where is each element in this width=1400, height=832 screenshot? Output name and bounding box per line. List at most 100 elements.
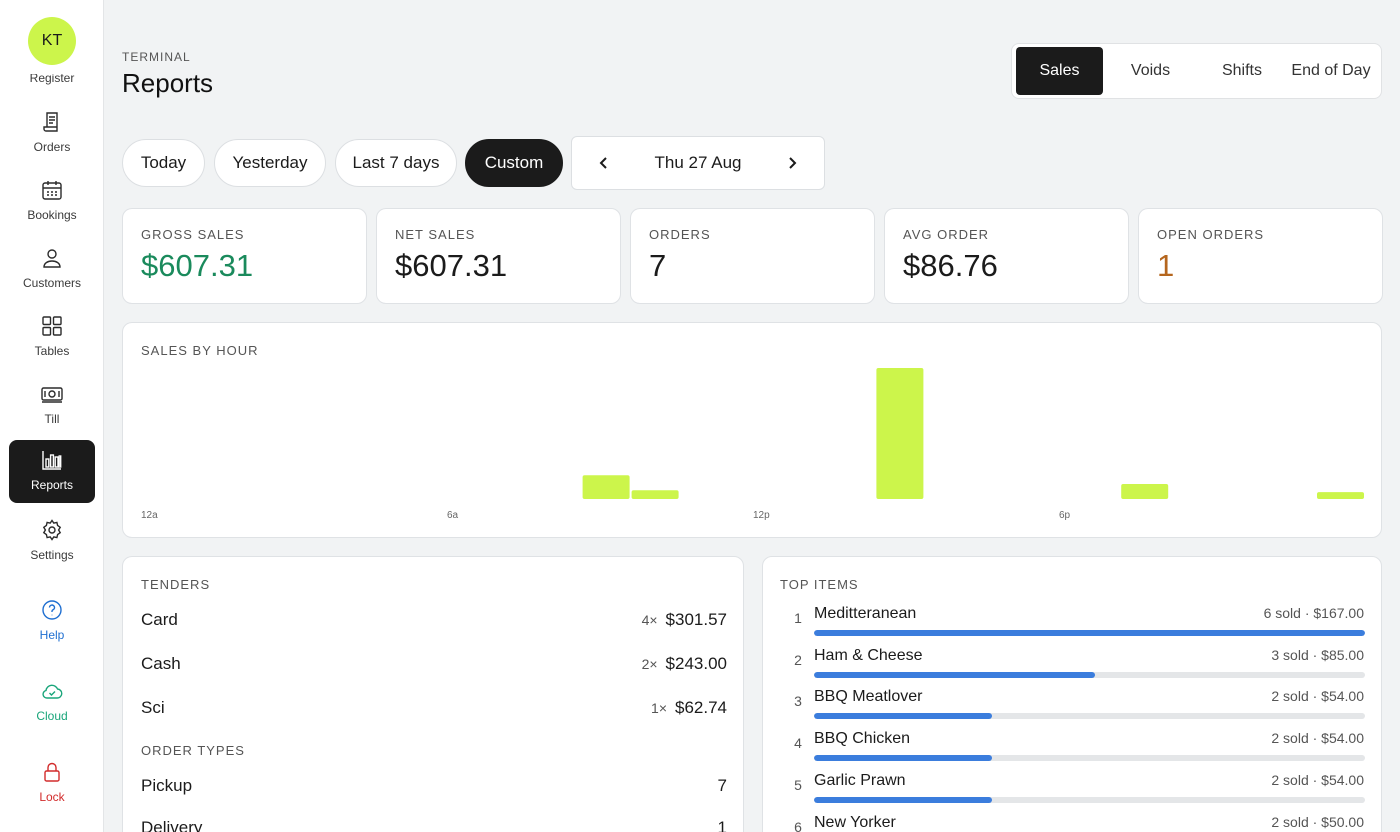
prev-date-button[interactable] [592, 151, 616, 175]
sidebar-item-settings[interactable]: Settings [9, 510, 95, 573]
top-item-bar-track [814, 796, 1365, 803]
top-item-meta: 2 sold · $50.00 [1271, 813, 1364, 830]
sidebar-item-label: Till [44, 412, 60, 426]
sidebar-item-label: Help [39, 628, 65, 642]
stat-value: 7 [649, 248, 667, 283]
order-types-title: ORDER TYPES [141, 743, 245, 758]
sidebar-item-register-label[interactable]: Register [0, 74, 103, 86]
hour-tick-label: 12a [141, 510, 158, 521]
hour-tick-label: 12p [753, 510, 770, 521]
stat-label: NET SALES [395, 227, 476, 242]
tab-voids[interactable]: Voids [1103, 47, 1198, 95]
sidebar-item-label: Reports [30, 478, 74, 492]
range-custom-button[interactable]: Custom [465, 139, 563, 187]
tender-amount: $243.00 [665, 654, 727, 673]
top-item-meta: 2 sold · $54.00 [1271, 730, 1364, 747]
range-last-7-days-button[interactable]: Last 7 days [335, 139, 457, 187]
top-item-bar-fill [814, 630, 1365, 636]
sidebar-item-till[interactable]: Till [9, 374, 95, 437]
range-yesterday-button[interactable]: Yesterday [214, 139, 326, 187]
sales-by-hour-card: 12a 6a 12p 6p SALES BY HOUR [122, 322, 1382, 538]
hour-tick-label: 6a [447, 510, 459, 521]
tenders-title: TENDERS [141, 577, 211, 592]
top-item-row: 5 Garlic Prawn 2 sold · $54.00 [780, 769, 1366, 805]
range-today-button[interactable]: Today [122, 139, 205, 187]
receipt-icon [43, 112, 58, 132]
tender-amount: $62.74 [675, 698, 727, 717]
sidebar: KT Register Orders Bookings Customers Ta… [0, 0, 104, 832]
tab-sales[interactable]: Sales [1016, 47, 1103, 95]
chevron-right-icon [789, 157, 797, 169]
tender-count: 1× [651, 700, 667, 716]
top-item-row: 3 BBQ Meatlover 2 sold · $54.00 [780, 685, 1366, 721]
top-item-meta: 2 sold · $54.00 [1271, 688, 1364, 705]
top-item-meta: 3 sold · $85.00 [1271, 646, 1364, 663]
top-item-row: 2 Ham & Cheese 3 sold · $85.00 [780, 644, 1366, 680]
tender-row: Sci 1× $62.74 [141, 696, 727, 720]
hour-bar [1121, 484, 1169, 499]
sidebar-item-bookings[interactable]: Bookings [9, 170, 95, 233]
sidebar-item-label: Orders [33, 140, 71, 154]
top-item-name: BBQ Meatlover [814, 688, 923, 706]
tender-count: 4× [641, 612, 658, 628]
top-item-name: New Yorker [814, 813, 896, 831]
top-item-row: 6 New Yorker 2 sold · $50.00 [780, 811, 1366, 832]
stat-card-net-sales: NET SALES $607.31 [376, 208, 621, 304]
tab-shifts[interactable]: Shifts [1198, 47, 1286, 95]
date-navigator: Thu 27 Aug [571, 136, 825, 190]
hour-bar [582, 475, 630, 499]
stat-value: 1 [1157, 248, 1175, 283]
tender-name: Cash [141, 654, 181, 673]
order-type-row: Pickup 7 [141, 774, 727, 798]
top-item-bar-track [814, 671, 1365, 678]
sidebar-item-label: Bookings [27, 208, 77, 222]
order-type-name: Delivery [141, 818, 203, 832]
calendar-icon [42, 181, 62, 200]
tender-name: Sci [141, 698, 165, 717]
order-type-value: 1 [717, 818, 727, 832]
top-item-rank: 1 [794, 610, 802, 626]
sidebar-item-lock[interactable]: Lock [9, 752, 95, 815]
hour-tick-label: 6p [1059, 510, 1071, 521]
tab-end-of-day[interactable]: End of Day [1286, 47, 1376, 95]
hour-bar [876, 368, 924, 499]
sidebar-item-cloud[interactable]: Cloud [9, 671, 95, 734]
top-item-meta: 6 sold · $167.00 [1263, 605, 1364, 621]
top-item-meta: 2 sold · $54.00 [1271, 771, 1364, 788]
chevron-left-icon [599, 157, 607, 169]
sidebar-item-tables[interactable]: Tables [9, 306, 95, 369]
page-eyebrow: TERMINAL [122, 50, 191, 64]
top-item-name: Ham & Cheese [814, 646, 923, 664]
stat-label: ORDERS [649, 227, 711, 242]
sidebar-item-reports[interactable]: Reports [9, 440, 95, 503]
question-circle-icon [42, 600, 62, 620]
next-date-button[interactable] [780, 151, 804, 175]
top-item-row: 1 Meditteranean 6 sold · $167.00 [780, 602, 1366, 638]
cloud-check-icon [42, 684, 63, 699]
top-item-rank: 2 [794, 651, 802, 668]
sales-by-hour-chart: 12a 6a 12p 6p [141, 368, 1364, 521]
sidebar-item-label: Cloud [36, 709, 68, 723]
sidebar-item-customers[interactable]: Customers [9, 238, 95, 301]
top-item-name: Garlic Prawn [814, 771, 906, 789]
top-item-rank: 6 [794, 818, 802, 832]
top-item-bar-track [814, 755, 1365, 762]
stat-label: OPEN ORDERS [1157, 227, 1265, 242]
avatar[interactable]: KT [28, 17, 76, 65]
top-item-bar-fill [814, 796, 992, 803]
top-item-rank: 5 [794, 776, 802, 793]
sidebar-item-help[interactable]: Help [9, 590, 95, 653]
stat-label: AVG ORDER [903, 227, 990, 242]
tender-name: Card [141, 610, 178, 629]
top-items-title: TOP ITEMS [780, 577, 859, 592]
stat-card-open-orders[interactable]: OPEN ORDERS 1 [1138, 208, 1383, 304]
top-item-rank: 4 [794, 735, 802, 752]
hour-bar [1317, 492, 1364, 499]
top-item-rank: 3 [794, 693, 802, 710]
sidebar-item-orders[interactable]: Orders [9, 102, 95, 165]
lock-icon [44, 762, 60, 782]
stat-value: $607.31 [395, 248, 508, 283]
stat-value: $607.31 [141, 248, 254, 283]
top-item-bar-fill [814, 713, 992, 720]
top-item-bar-fill [814, 755, 992, 762]
